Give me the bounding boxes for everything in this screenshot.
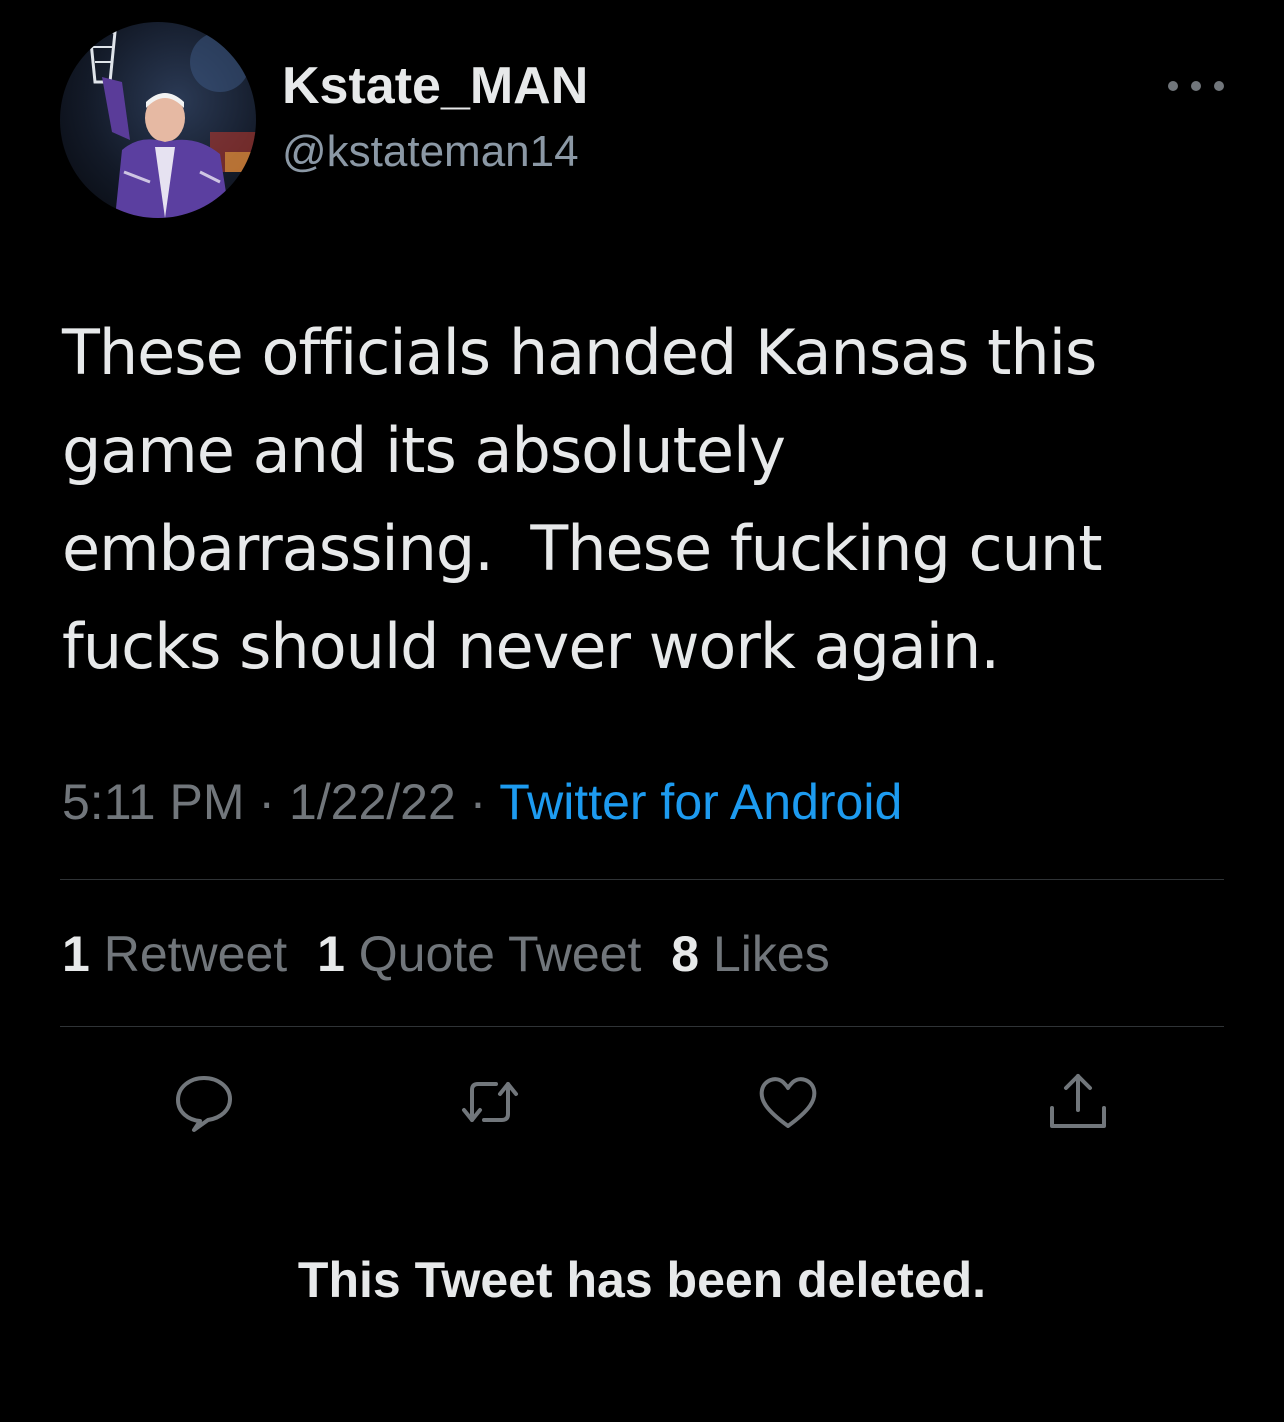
retweets-stat[interactable]: 1 Retweet — [62, 926, 287, 982]
tweet-time[interactable]: 5:11 PM — [62, 774, 245, 830]
likes-label: Likes — [713, 926, 830, 982]
more-dot — [1168, 81, 1178, 91]
retweets-count: 1 — [62, 926, 90, 982]
tweet-meta: 5:11 PM · 1/22/22 · Twitter for Android — [62, 770, 902, 834]
reply-icon[interactable] — [172, 1070, 236, 1134]
like-icon[interactable] — [756, 1070, 820, 1134]
divider — [60, 1026, 1224, 1027]
meta-separator: · — [455, 774, 500, 830]
quotes-count: 1 — [317, 926, 345, 982]
tweet-source-link[interactable]: Twitter for Android — [499, 774, 902, 830]
avatar[interactable] — [60, 22, 256, 218]
more-dot — [1214, 81, 1224, 91]
tweet-stats: 1 Retweet 1 Quote Tweet 8 Likes — [62, 924, 846, 984]
tweet-date[interactable]: 1/22/22 — [289, 774, 456, 830]
share-icon[interactable] — [1046, 1070, 1110, 1134]
retweet-icon[interactable] — [458, 1070, 522, 1134]
retweets-label: Retweet — [103, 926, 288, 982]
more-options-icon[interactable] — [1168, 74, 1224, 98]
tweet-detail: Kstate_MAN @kstateman14 These officials … — [0, 0, 1284, 1422]
quotes-label: Quote Tweet — [358, 926, 642, 982]
more-dot — [1191, 81, 1201, 91]
meta-separator: · — [244, 774, 289, 830]
divider — [60, 879, 1224, 880]
user-handle[interactable]: @kstateman14 — [282, 124, 579, 180]
avatar-image — [88, 30, 256, 218]
tweet-text: These officials handed Kansas this game … — [62, 316, 1103, 683]
display-name[interactable]: Kstate_MAN — [282, 56, 588, 116]
likes-stat[interactable]: 8 Likes — [671, 926, 829, 982]
quotes-stat[interactable]: 1 Quote Tweet — [317, 926, 641, 982]
likes-count: 8 — [671, 926, 700, 982]
deleted-notice: This Tweet has been deleted. — [297, 1252, 987, 1308]
